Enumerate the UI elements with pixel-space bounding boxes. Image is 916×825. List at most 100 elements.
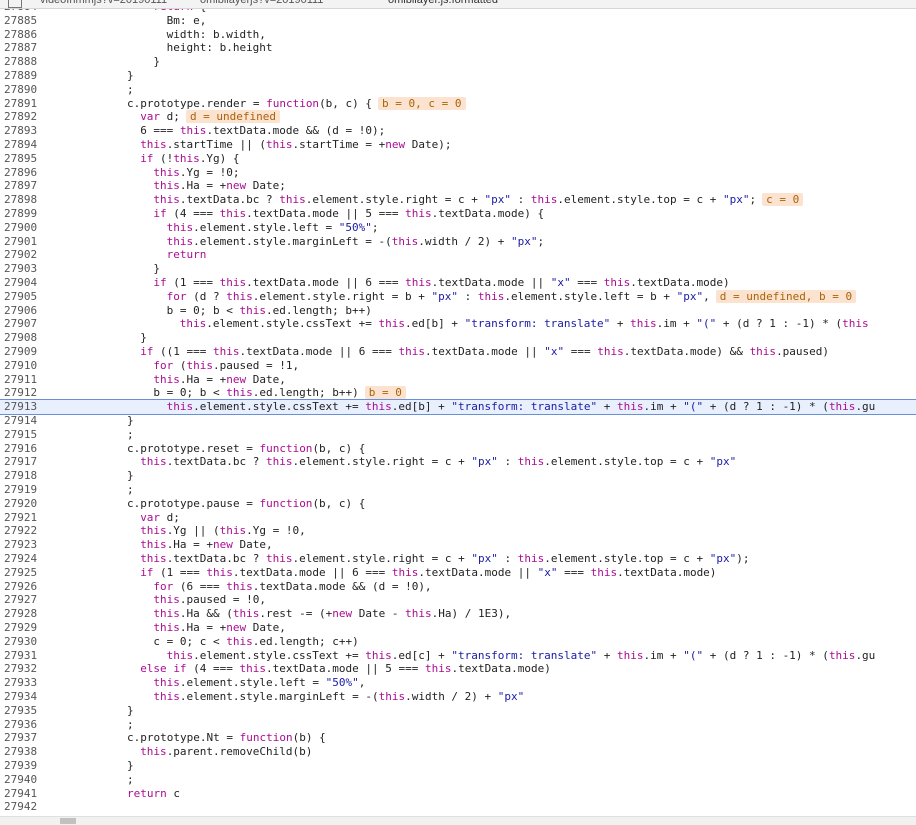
- line-number[interactable]: 27927: [4, 593, 42, 607]
- code-text[interactable]: for (d ? this.element.style.right = b + …: [167, 289, 857, 304]
- line-number[interactable]: 27939: [4, 759, 42, 773]
- line-number[interactable]: 27887: [4, 41, 42, 55]
- code-line[interactable]: 27907 this.element.style.cssText += this.…: [0, 317, 916, 331]
- code-text[interactable]: ;: [127, 773, 134, 787]
- panel-toggle-icon[interactable]: [8, 0, 22, 8]
- line-number[interactable]: 27934: [4, 690, 42, 704]
- code-line[interactable]: 27885 Bm: e,: [0, 14, 916, 28]
- code-line[interactable]: 27890;: [0, 83, 916, 97]
- code-text[interactable]: this.Yg = !0;: [153, 166, 239, 180]
- code-text[interactable]: this.Yg || (this.Yg = !0,: [140, 524, 306, 538]
- code-text[interactable]: var d; d = undefined: [140, 110, 281, 124]
- code-text[interactable]: this.element.style.marginLeft = -(this.w…: [153, 690, 524, 704]
- code-line[interactable]: 27937 c.prototype.Nt = function(b) {: [0, 731, 916, 745]
- code-line[interactable]: 27904 if (1 === this.textData.mode || 6 =…: [0, 276, 916, 290]
- line-number[interactable]: 27911: [4, 373, 42, 387]
- line-number[interactable]: 27919: [4, 483, 42, 497]
- code-line[interactable]: 27927 this.paused = !0,: [0, 593, 916, 607]
- code-text[interactable]: var d;: [140, 511, 180, 525]
- code-line[interactable]: 27896 this.Yg = !0;: [0, 166, 916, 180]
- line-number[interactable]: 27936: [4, 718, 42, 732]
- code-line[interactable]: 27889}: [0, 69, 916, 83]
- code-line[interactable]: 27895 if (!this.Yg) {: [0, 152, 916, 166]
- code-text[interactable]: }: [127, 704, 134, 718]
- code-line[interactable]: 27936;: [0, 718, 916, 732]
- code-text[interactable]: c.prototype.reset = function(b, c) {: [127, 442, 365, 456]
- line-number[interactable]: 27925: [4, 566, 42, 580]
- code-text[interactable]: }: [127, 759, 134, 773]
- code-line[interactable]: 27922 this.Yg || (this.Yg = !0,: [0, 524, 916, 538]
- scrollbar-thumb[interactable]: [60, 818, 76, 824]
- code-text[interactable]: b = 0; b < this.ed.length; b++): [167, 304, 372, 318]
- line-number[interactable]: 27917: [4, 455, 42, 469]
- code-line[interactable]: 27908}: [0, 331, 916, 345]
- line-number[interactable]: 27915: [4, 428, 42, 442]
- code-line[interactable]: 27892 var d; d = undefined: [0, 110, 916, 124]
- code-line[interactable]: 27912 b = 0; b < this.ed.length; b++) b = …: [0, 386, 916, 400]
- code-text[interactable]: }: [153, 55, 160, 69]
- code-line[interactable]: 27942: [0, 800, 916, 814]
- code-line[interactable]: 27899 if (4 === this.textData.mode || 5 =…: [0, 207, 916, 221]
- line-number[interactable]: 27898: [4, 193, 42, 207]
- code-text[interactable]: this.Ha = +new Date,: [140, 538, 272, 552]
- code-text[interactable]: this.element.style.cssText += this.ed[b]…: [180, 317, 869, 331]
- code-line[interactable]: 27941 return c: [0, 787, 916, 801]
- line-number[interactable]: 27899: [4, 207, 42, 221]
- line-number[interactable]: 27910: [4, 359, 42, 373]
- line-number[interactable]: 27889: [4, 69, 42, 83]
- code-text[interactable]: ;: [127, 718, 134, 732]
- code-line[interactable]: 27921 var d;: [0, 511, 916, 525]
- line-number[interactable]: 27897: [4, 179, 42, 193]
- code-editor[interactable]: 27884return {27885Bm: e,27886width: b.wi…: [0, 9, 916, 816]
- code-text[interactable]: }: [127, 469, 134, 483]
- line-number[interactable]: 27891: [4, 97, 42, 111]
- code-text[interactable]: this.Ha && (this.rest -= (+new Date - th…: [153, 607, 511, 621]
- code-line[interactable]: 27906 b = 0; b < this.ed.length; b++): [0, 304, 916, 318]
- code-line[interactable]: 27918}: [0, 469, 916, 483]
- code-text[interactable]: this.startTime || (this.startTime = +new…: [140, 138, 451, 152]
- line-number[interactable]: 27935: [4, 704, 42, 718]
- tab-omlbilayer[interactable]: omlbilayerjs?v=20190111: [200, 0, 323, 8]
- code-line[interactable]: 27925 if (1 === this.textData.mode || 6 =…: [0, 566, 916, 580]
- code-line[interactable]: 27905 for (d ? this.element.style.right =…: [0, 289, 916, 304]
- code-text[interactable]: this.textData.bc ? this.element.style.ri…: [140, 552, 749, 566]
- code-line[interactable]: 27894 this.startTime || (this.startTime =…: [0, 138, 916, 152]
- line-number[interactable]: 27901: [4, 235, 42, 249]
- code-text[interactable]: if (!this.Yg) {: [140, 152, 239, 166]
- code-line[interactable]: 27886 width: b.width,: [0, 28, 916, 42]
- code-line[interactable]: 27917 this.textData.bc ? this.element.sty…: [0, 455, 916, 469]
- line-number[interactable]: 27930: [4, 635, 42, 649]
- line-number[interactable]: 27923: [4, 538, 42, 552]
- line-number[interactable]: 27926: [4, 580, 42, 594]
- line-number[interactable]: 27921: [4, 511, 42, 525]
- code-line[interactable]: 27924 this.textData.bc ? this.element.sty…: [0, 552, 916, 566]
- code-line[interactable]: 27915;: [0, 428, 916, 442]
- tab-omlbilayer-formatted[interactable]: omlbilayer.js:formatted: [388, 0, 498, 8]
- line-number[interactable]: 27937: [4, 731, 42, 745]
- code-line[interactable]: 27911 this.Ha = +new Date,: [0, 373, 916, 387]
- tab-videoinmm[interactable]: videoInmmjs?v=20190111: [40, 0, 167, 8]
- code-line[interactable]: 27928 this.Ha && (this.rest -= (+new Date…: [0, 607, 916, 621]
- code-text[interactable]: }: [140, 331, 147, 345]
- code-line[interactable]: 27897 this.Ha = +new Date;: [0, 179, 916, 193]
- line-number[interactable]: 27938: [4, 745, 42, 759]
- code-line[interactable]: 27901 this.element.style.marginLeft = -(t…: [0, 235, 916, 249]
- code-line[interactable]: 27919;: [0, 483, 916, 497]
- line-number[interactable]: 27906: [4, 304, 42, 318]
- code-text[interactable]: c = 0; c < this.ed.length; c++): [153, 635, 358, 649]
- code-line[interactable]: 27938 this.parent.removeChild(b): [0, 745, 916, 759]
- line-number[interactable]: 27888: [4, 55, 42, 69]
- line-number[interactable]: 27931: [4, 649, 42, 663]
- code-text[interactable]: ;: [127, 483, 134, 497]
- line-number[interactable]: 27932: [4, 662, 42, 676]
- code-text[interactable]: ;: [127, 83, 134, 97]
- code-line[interactable]: 27923 this.Ha = +new Date,: [0, 538, 916, 552]
- code-text[interactable]: }: [153, 262, 160, 276]
- code-text[interactable]: return c: [127, 787, 180, 801]
- code-line[interactable]: 27888}: [0, 55, 916, 69]
- code-text[interactable]: }: [127, 414, 134, 428]
- code-text[interactable]: c.prototype.Nt = function(b) {: [127, 731, 326, 745]
- line-number[interactable]: 27909: [4, 345, 42, 359]
- code-text[interactable]: height: b.height: [167, 41, 273, 55]
- line-number[interactable]: 27929: [4, 621, 42, 635]
